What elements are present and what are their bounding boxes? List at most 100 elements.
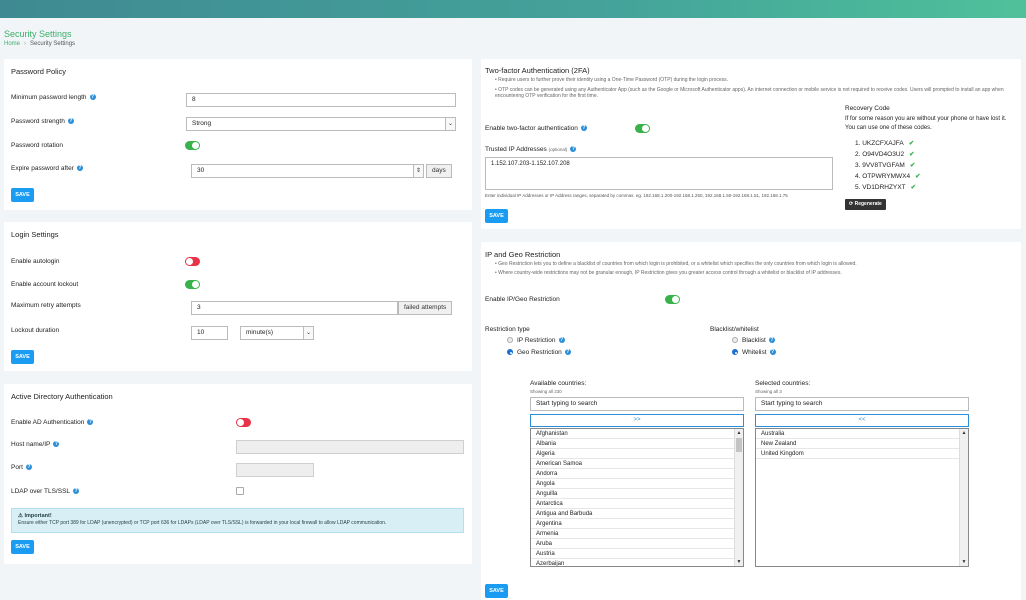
lockout-duration-input[interactable]: 10 bbox=[191, 326, 228, 340]
geo-bullet-2: • Where country-wide restrictions may no… bbox=[495, 270, 842, 276]
twofa-bullet-2: • OTP codes can be generated using any A… bbox=[495, 87, 1004, 99]
list-item[interactable]: Andorra bbox=[531, 469, 743, 479]
max-retry-input[interactable]: 3 bbox=[191, 301, 398, 315]
selected-countries-list[interactable]: Australia New Zealand United Kingdom ▲ ▼ bbox=[755, 428, 969, 567]
blacklist-radio[interactable]: Blacklist? bbox=[732, 337, 775, 344]
list-item[interactable]: Anguilla bbox=[531, 489, 743, 499]
password-policy-save-button[interactable]: SAVE bbox=[11, 188, 34, 202]
selected-search-input[interactable]: Start typing to search bbox=[755, 397, 969, 411]
ad-enable-toggle[interactable] bbox=[236, 418, 251, 427]
port-input[interactable] bbox=[236, 463, 314, 477]
check-icon: ✔ bbox=[909, 162, 916, 169]
list-item[interactable]: Argentina bbox=[531, 519, 743, 529]
radio-icon bbox=[507, 349, 513, 356]
info-icon[interactable]: ? bbox=[76, 165, 83, 172]
list-item[interactable]: United Kingdom bbox=[756, 449, 968, 459]
geo-enable-label: Enable IP/Geo Restriction bbox=[485, 296, 560, 303]
geo-save-button[interactable]: SAVE bbox=[485, 584, 508, 598]
list-item[interactable]: Aruba bbox=[531, 539, 743, 549]
info-icon[interactable]: ? bbox=[570, 146, 577, 153]
list-item[interactable]: Angola bbox=[531, 479, 743, 489]
info-icon[interactable]: ? bbox=[67, 118, 74, 125]
min-length-input[interactable]: 8 bbox=[186, 93, 456, 107]
ldaps-checkbox[interactable] bbox=[236, 487, 244, 495]
lockout-duration-unit-select[interactable]: minute(s) ⌄ bbox=[240, 326, 314, 340]
twofa-bullet-1: • Require users to further prove their i… bbox=[495, 77, 729, 83]
move-left-button[interactable]: << bbox=[755, 414, 969, 427]
info-icon[interactable]: ? bbox=[580, 125, 587, 132]
list-item[interactable]: Australia bbox=[756, 429, 968, 439]
max-retry-unit: failed attempts bbox=[398, 301, 453, 315]
info-icon[interactable]: ? bbox=[768, 337, 775, 344]
host-label: Host name/IP? bbox=[11, 441, 60, 448]
list-item[interactable]: Antarctica bbox=[531, 499, 743, 509]
list-item[interactable]: Albania bbox=[531, 439, 743, 449]
available-countries-label: Available countries: bbox=[530, 380, 587, 387]
trusted-ip-textarea[interactable]: 1.152.107.203-1.152.107.208 bbox=[485, 157, 833, 190]
scrollbar[interactable]: ▲ ▼ bbox=[959, 429, 968, 566]
available-countries-list[interactable]: Afghanistan Albania Algeria American Sam… bbox=[530, 428, 744, 567]
info-icon[interactable]: ? bbox=[53, 441, 60, 448]
chevron-down-icon[interactable]: ▼ bbox=[735, 558, 743, 566]
whitelist-radio[interactable]: Whitelist? bbox=[732, 349, 776, 356]
info-icon[interactable]: ? bbox=[87, 419, 94, 426]
list-item[interactable]: Antigua and Barbuda bbox=[531, 509, 743, 519]
list-item[interactable]: American Samoa bbox=[531, 459, 743, 469]
geo-restriction-radio[interactable]: Geo Restriction? bbox=[507, 349, 571, 356]
chevron-down-icon[interactable]: ▼ bbox=[960, 558, 968, 566]
info-icon[interactable]: ? bbox=[558, 337, 565, 344]
page-title: Security Settings bbox=[4, 29, 72, 39]
list-item[interactable]: Austria bbox=[531, 549, 743, 559]
important-notice: ⚠ Important! Ensure either TCP port 389 … bbox=[11, 508, 464, 533]
info-icon[interactable]: ? bbox=[25, 464, 32, 471]
geo-title: IP and Geo Restriction bbox=[485, 250, 561, 259]
list-item[interactable]: Azerbaijan bbox=[531, 559, 743, 566]
available-search-input[interactable]: Start typing to search bbox=[530, 397, 744, 411]
lockout-label: Enable account lockout bbox=[11, 281, 79, 288]
autologin-toggle[interactable] bbox=[185, 257, 200, 266]
radio-icon bbox=[507, 337, 513, 344]
scrollbar[interactable]: ▲ ▼ bbox=[734, 429, 743, 566]
recovery-code-title: Recovery Code bbox=[845, 105, 890, 112]
info-icon[interactable]: ? bbox=[89, 94, 96, 101]
recovery-code-item: 3. 9VV8TVGFAM ✔ bbox=[855, 162, 916, 169]
chevron-up-icon[interactable]: ▲ bbox=[735, 429, 743, 437]
stepper-icon[interactable]: ⇕ bbox=[413, 165, 423, 177]
password-policy-card: Password Policy Minimum password length?… bbox=[4, 59, 472, 210]
check-icon: ✔ bbox=[908, 140, 915, 147]
strength-select[interactable]: Strong ⌄ bbox=[186, 117, 456, 131]
chevron-down-icon: ⌄ bbox=[445, 118, 455, 130]
recovery-code-item: 4. OTPWRYMWX4 ✔ bbox=[855, 173, 921, 180]
list-item[interactable]: New Zealand bbox=[756, 439, 968, 449]
twofa-save-button[interactable]: SAVE bbox=[485, 209, 508, 223]
expire-days-input[interactable]: 30 ⇕ bbox=[191, 164, 424, 178]
host-input[interactable] bbox=[236, 440, 464, 454]
max-retry-label: Maximum retry attempts bbox=[11, 302, 81, 309]
login-settings-save-button[interactable]: SAVE bbox=[11, 350, 34, 364]
move-right-button[interactable]: >> bbox=[530, 414, 744, 427]
rotation-toggle[interactable] bbox=[185, 141, 200, 150]
list-item[interactable]: Armenia bbox=[531, 529, 743, 539]
ad-auth-save-button[interactable]: SAVE bbox=[11, 540, 34, 554]
recovery-code-desc-1: If for some reason you are without your … bbox=[845, 116, 1007, 122]
trusted-ip-label: Trusted IP Addresses (optional)? bbox=[485, 146, 577, 153]
list-item[interactable]: Afghanistan bbox=[531, 429, 743, 439]
ad-auth-title: Active Directory Authentication bbox=[11, 392, 113, 401]
min-length-label: Minimum password length? bbox=[11, 94, 96, 101]
strength-label: Password strength? bbox=[11, 118, 74, 125]
twofa-enable-toggle[interactable] bbox=[635, 124, 650, 133]
breadcrumb-home-link[interactable]: Home bbox=[4, 41, 20, 47]
chevron-up-icon[interactable]: ▲ bbox=[960, 429, 968, 437]
scrollbar-thumb[interactable] bbox=[736, 438, 742, 452]
lockout-toggle[interactable] bbox=[185, 280, 200, 289]
list-item[interactable]: Algeria bbox=[531, 449, 743, 459]
geo-enable-toggle[interactable] bbox=[665, 295, 680, 304]
regenerate-button[interactable]: ⟳ Regenerate bbox=[845, 199, 886, 210]
ip-restriction-radio[interactable]: IP Restriction? bbox=[507, 337, 565, 344]
info-icon[interactable]: ? bbox=[564, 349, 571, 356]
selected-countries-count: Showing all 3 bbox=[755, 389, 782, 394]
info-icon[interactable]: ? bbox=[769, 349, 776, 356]
lockout-duration-label: Lockout duration bbox=[11, 327, 60, 334]
info-icon[interactable]: ? bbox=[73, 488, 80, 495]
available-countries-count: Showing all 230 bbox=[530, 389, 562, 394]
